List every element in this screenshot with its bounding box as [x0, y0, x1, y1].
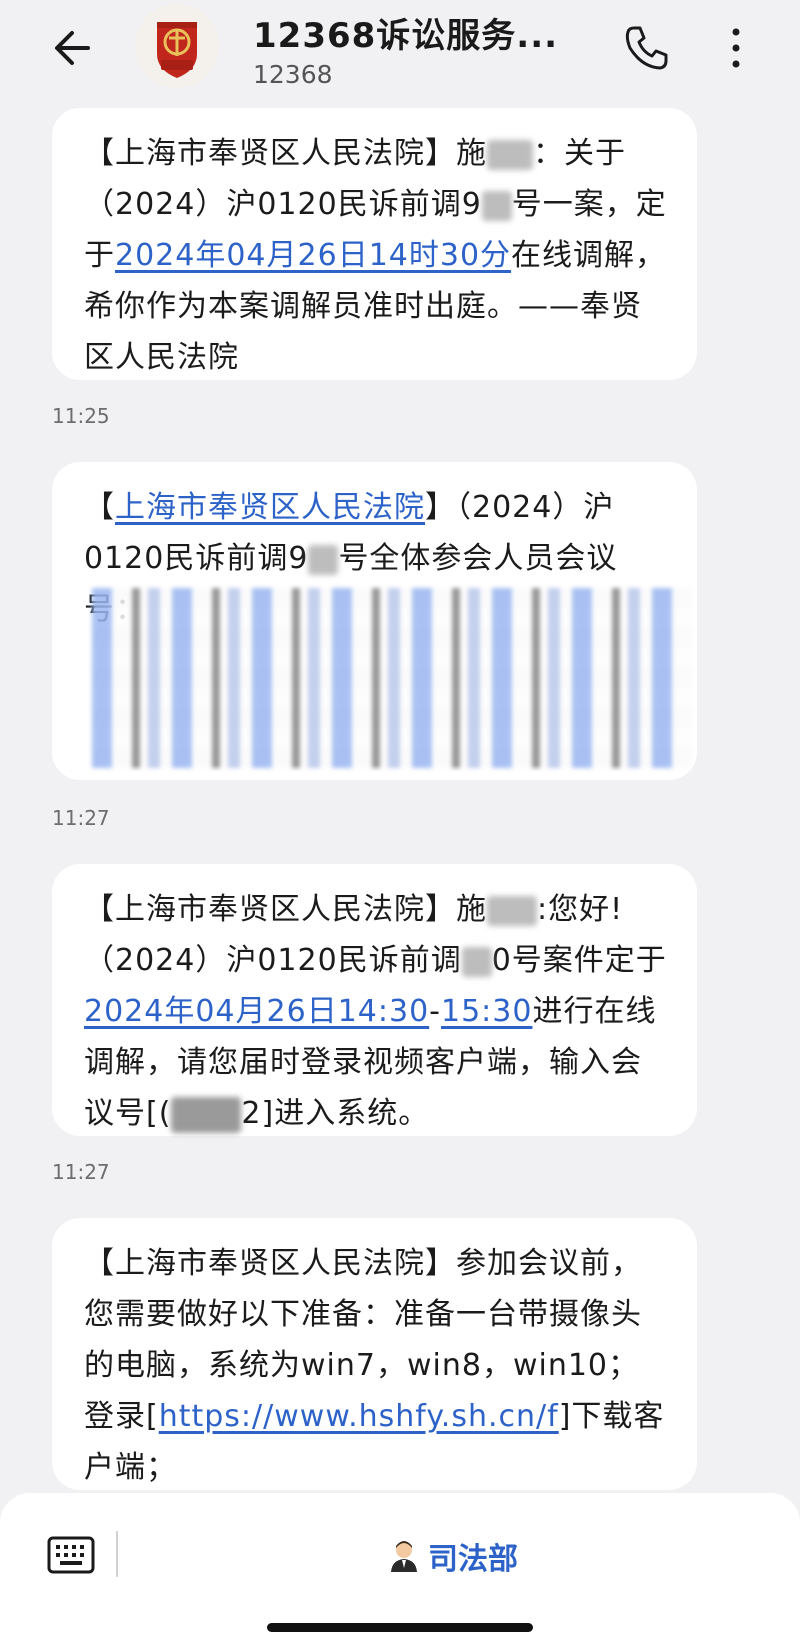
message-timestamp: 11:27	[52, 1160, 110, 1184]
redacted-number	[481, 190, 512, 221]
court-link[interactable]: 上海市奉贤区人民法院	[115, 490, 425, 525]
redacted-meeting-details	[92, 588, 692, 768]
back-button[interactable]	[46, 20, 102, 76]
keyboard-toggle-button[interactable]	[46, 1535, 96, 1575]
person-icon	[391, 1541, 417, 1572]
conversation-title: 12368诉讼服务...	[253, 16, 559, 56]
back-arrow-icon	[55, 31, 90, 65]
redacted-meeting-number	[171, 1096, 242, 1133]
redacted-number	[461, 946, 492, 977]
message-text: 【上海市奉贤区人民法院】施	[84, 892, 487, 927]
message-text: -	[429, 994, 441, 1029]
message-text: 【	[84, 490, 115, 525]
keyboard-icon	[47, 1536, 95, 1574]
more-vertical-icon	[732, 28, 740, 68]
menu-item-ministry-of-justice[interactable]: 司法部	[386, 1531, 518, 1581]
menu-item-label: 司法部	[428, 1542, 518, 1577]
url-link[interactable]: https://www.hshfy.sh.cn/f	[159, 1399, 559, 1434]
sender-number: 12368	[253, 60, 333, 89]
message-bubble[interactable]: 【上海市奉贤区人民法院】（2024）沪0120民诉前调9号全体参会人员会议号：	[52, 462, 697, 780]
message-text: 0号案件定于	[491, 943, 667, 978]
more-options-button[interactable]	[716, 18, 756, 78]
message-bubble[interactable]: 【上海市奉贤区人民法院】施:您好!（2024）沪0120民诉前调 0号案件定于20…	[52, 864, 697, 1136]
message-timestamp: 11:25	[52, 404, 110, 428]
call-button[interactable]	[620, 22, 672, 74]
message-bubble[interactable]: 【上海市奉贤区人民法院】参加会议前，您需要做好以下准备：准备一台带摄像头的电脑，…	[52, 1218, 697, 1490]
date-link[interactable]: 2024年04月26日14时30分	[115, 238, 511, 273]
bottom-menu-bar: 司法部	[0, 1493, 800, 1645]
chat-header: 12368诉讼服务... 12368	[0, 0, 800, 108]
phone-icon	[625, 26, 668, 70]
time-link[interactable]: 15:30	[441, 994, 532, 1029]
court-emblem-icon	[157, 22, 197, 78]
date-link[interactable]: 2024年04月26日14:30	[84, 994, 429, 1029]
redacted-name	[487, 139, 533, 170]
message-bubble[interactable]: 【上海市奉贤区人民法院】施 ：关于（2024）沪0120民诉前调9 号一案，定于20…	[52, 108, 697, 380]
menu-divider	[116, 1531, 118, 1577]
home-indicator	[267, 1623, 533, 1632]
message-text: 2]进入系统。	[241, 1096, 430, 1131]
sender-avatar[interactable]	[135, 4, 219, 88]
message-timestamp: 11:27	[52, 806, 110, 830]
redacted-name	[487, 895, 537, 926]
redacted-number	[308, 544, 339, 575]
message-text: 【上海市奉贤区人民法院】施	[84, 136, 487, 171]
